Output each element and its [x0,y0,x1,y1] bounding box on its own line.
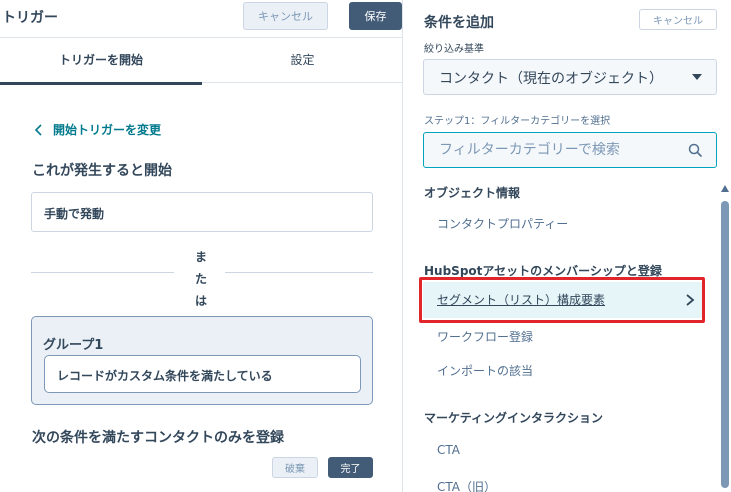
chevron-left-icon [34,123,42,136]
category-item-cta[interactable]: CTA [423,432,703,468]
group-condition-card[interactable]: レコードがカスタム条件を満たしている [44,355,361,393]
scrollbar-thumb[interactable] [721,201,729,488]
tab-settings[interactable]: 設定 [202,39,403,83]
trigger-header: トリガー キャンセル 保存 [0,0,403,38]
condition-heading: 次の条件を満たすコンタクトのみを登録 [32,430,284,446]
cancel-condition-button[interactable]: キャンセル [639,9,717,30]
done-button[interactable]: 完了 [328,457,373,478]
change-start-trigger-label: 開始トリガーを変更 [53,123,162,137]
add-condition-title: 条件を追加 [424,15,494,31]
or-char: ま [194,250,207,264]
group-card: グループ1 レコードがカスタム条件を満たしている [31,316,373,405]
selection-highlight-box [419,277,705,323]
add-condition-panel: 条件を追加 キャンセル 絞り込み基準 コンタクト（現在のオブジェクト） ステップ… [404,0,731,492]
change-start-trigger-link[interactable]: 開始トリガーを変更 [33,121,161,138]
tab-start-trigger[interactable]: トリガーを開始 [0,39,202,85]
panel-title: トリガー [2,10,58,26]
divider-line-left [31,272,174,273]
category-item-workflow-enrollment[interactable]: ワークフロー登録 [423,319,703,355]
filter-by-label: 絞り込み基準 [424,44,484,55]
trigger-panel: トリガー キャンセル 保存 トリガーを開始 設定 開始トリガーを変更 これが発生… [0,0,403,492]
divider-line-right [225,272,373,273]
category-header-marketing: マーケティングインタラクション [424,411,604,425]
filter-object-select[interactable]: コンタクト（現在のオブジェクト） [423,59,717,95]
or-divider: ま た は [31,238,373,308]
trigger-tabs: トリガーを開始 設定 [0,39,403,85]
discard-button[interactable]: 破棄 [272,457,318,478]
category-search-input[interactable] [423,132,717,168]
cancel-button[interactable]: キャンセル [243,2,328,30]
or-char: は [194,294,207,308]
filter-object-value: コンタクト（現在のオブジェクト） [439,71,663,87]
category-item-contact-properties[interactable]: コンタクトプロパティー [423,206,703,242]
or-label: ま た は [186,246,216,312]
step-label: ステップ1：フィルターカテゴリーを選択 [424,116,611,127]
start-heading: これが発生すると開始 [32,163,172,179]
group-title: グループ1 [43,338,104,353]
category-header-object-info: オブジェクト情報 [424,186,521,200]
save-button[interactable]: 保存 [349,2,402,30]
category-item-cta-legacy[interactable]: CTA（旧） [423,469,703,492]
category-item-import[interactable]: インポートの該当 [423,353,703,389]
scroll-up-icon[interactable] [721,185,729,192]
category-list-scrollbar[interactable] [721,183,729,488]
or-char: た [194,272,207,286]
caret-down-icon [692,74,702,80]
search-icon[interactable] [688,143,703,158]
manual-trigger-card[interactable]: 手動で発動 [31,192,373,232]
